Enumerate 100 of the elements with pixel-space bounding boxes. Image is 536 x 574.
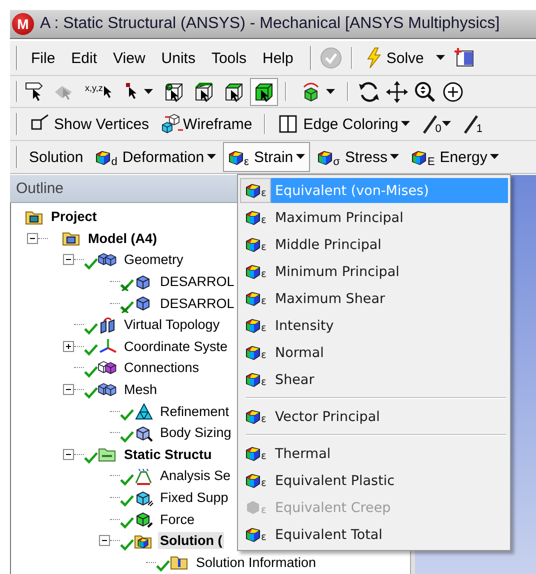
cubes-icon [98,250,118,269]
subscript-symbol: ε [261,269,266,280]
color-cube-icon [245,446,261,461]
view-button[interactable]: Wireframe [156,110,258,138]
subscript-symbol: ε [261,505,266,516]
tree-item[interactable]: Coordinate Syste [122,338,230,355]
subscript-symbol: E [427,156,435,168]
subscript-symbol: σ [333,156,340,168]
tree-item[interactable]: Project [49,208,99,226]
subscript-symbol: 0 [435,123,442,135]
tree-item[interactable]: Analysis Se [158,467,233,484]
tree-item[interactable]: Body Sizing [158,424,234,442]
cube-cursor-icon [162,80,185,102]
cube-cursor-icon [252,80,275,102]
toolbar-button[interactable]: d Deformation [90,142,222,172]
subscript-symbol: ε [261,451,266,462]
collapse-toggle[interactable] [27,232,38,244]
menu-item[interactable]: ε Thermal [240,440,508,467]
toolbar-button[interactable]: Solution [24,142,88,172]
cursor-icon [102,84,113,98]
color-cube-icon [245,237,261,252]
tree-item[interactable]: Force [158,510,197,528]
tree-item[interactable]: Connections [122,359,202,376]
cube-cursor-icon [192,80,215,102]
subscript-symbol: ε [261,242,266,253]
menu-item[interactable]: ε Minimum Principal [240,258,508,285]
menu-item[interactable]: ε Vector Principal [240,403,508,430]
expand-toggle[interactable] [63,340,74,352]
collapse-toggle[interactable] [99,535,110,546]
window-title: A : Static Structural (ANSYS) - Mechanical [ANSYS Multiphysics] [40,15,500,33]
tree-item[interactable]: Model (A4) [86,230,159,247]
color-cube-icon [245,473,261,488]
caret-icon [144,88,153,94]
tree-item[interactable]: Static Structu [122,446,214,463]
coordinates-button[interactable]: x,y,z [80,78,118,106]
tree-item[interactable]: Geometry [122,251,186,268]
menu-item[interactable]: Help [256,44,300,72]
color-cube-icon [95,150,112,164]
tree-item[interactable]: Mesh [122,381,160,398]
subscript-symbol: ε [261,414,266,425]
cube-icon [134,424,154,442]
collapse-toggle[interactable] [63,384,74,396]
tree-item[interactable]: DESARROL [158,294,236,312]
subscript-symbol: ε [261,323,266,334]
cubes-icon [98,380,118,399]
check-icon[interactable] [318,45,344,71]
tree-item[interactable]: DESARROL [158,273,236,290]
edge-thickness-button[interactable]: 0 [417,110,456,138]
solve-button[interactable]: Solve [360,44,429,72]
menu-item[interactable]: Tools [204,44,254,72]
subscript-symbol: ε [261,296,266,307]
subscript-symbol: ε [261,188,266,199]
pan-icon[interactable] [384,80,410,104]
color-cube-icon [245,318,261,333]
color-cube-icon [245,210,261,225]
menu-item[interactable]: ε Equivalent Plastic [240,467,508,494]
menu-item[interactable]: ε Equivalent Total [240,521,508,548]
triangle-icon [134,402,154,420]
tree-item[interactable]: Fixed Supp [158,489,230,506]
cube-icon [134,488,154,507]
cube-icon [134,510,154,528]
menu-item[interactable]: Units [154,44,202,72]
color-cube-icon [411,150,428,164]
menu-item[interactable]: ε Maximum Principal [240,204,508,231]
subscript-symbol: ε [261,532,266,543]
view-button[interactable]: Show Vertices [24,110,154,138]
subscript-symbol: 1 [476,123,483,135]
tree-item[interactable]: Virtual Topology [122,316,222,334]
caret-icon [326,88,335,94]
menu-item[interactable]: ε Shear [240,366,508,393]
tree-item[interactable]: Refinement [158,402,232,420]
select-mode-button[interactable] [250,78,278,106]
edge-thickness-button[interactable]: 1 [458,110,488,138]
menu-item[interactable]: View [106,44,152,72]
tree-item[interactable]: Solution Information [194,554,318,571]
app-logo: M [12,13,34,35]
subscript-symbol: ε [261,377,266,388]
collapse-toggle[interactable] [63,448,74,460]
subscript-symbol: d [111,156,118,168]
subscript-symbol: ε [261,215,266,226]
toolbar-button[interactable]: σ Stress [312,142,404,172]
tree-item[interactable]: Solution ( [158,532,224,550]
menu-item[interactable]: Edit [64,44,104,72]
toolbar-button[interactable]: E Energy [406,142,504,172]
edge-coloring-button[interactable]: Edge Coloring [273,110,416,138]
coordinates-label: x,y,z [85,82,103,92]
menu-item[interactable]: ε Intensity [240,312,508,339]
menu-item[interactable]: File [24,44,62,72]
subscript-symbol: ε [261,478,266,489]
menu-item[interactable]: ε Maximum Shear [240,285,508,312]
toolbar-button[interactable]: ε Strain [223,142,310,172]
color-cube-icon [245,527,261,542]
menu-item[interactable]: ε Normal [240,339,508,366]
collapse-toggle[interactable] [63,254,74,266]
color-cube-icon [245,372,261,387]
color-cube-icon [245,409,261,424]
color-cube-icon [245,345,261,360]
color-cube-icon [245,264,261,279]
color-cube-icon [228,150,244,164]
menu-item[interactable]: ε Middle Principal [240,231,508,258]
